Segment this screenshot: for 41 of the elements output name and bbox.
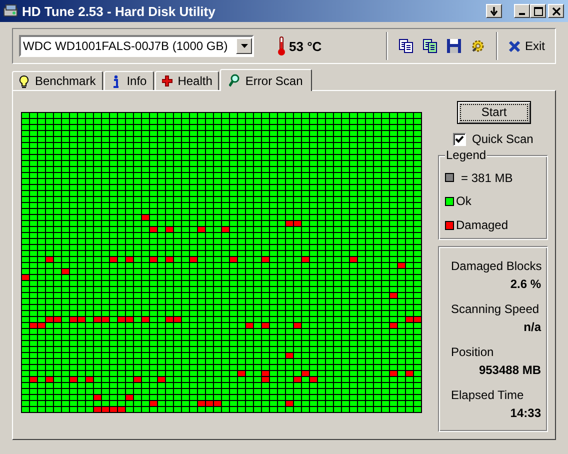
cross-icon	[162, 74, 173, 88]
app-icon	[3, 3, 19, 19]
legend-label: Ok	[456, 194, 472, 208]
legend-title: Legend	[445, 148, 488, 162]
legend-label: = 381 MB	[461, 170, 513, 185]
window-title: HD Tune 2.53 - Hard Disk Utility	[22, 4, 216, 18]
drive-dropdown[interactable]: WDC WD1001FALS-00J7B (1000 GB)	[19, 35, 254, 57]
minimize-icon	[519, 13, 525, 15]
gear-icon	[470, 38, 486, 54]
temperature-reading: 53 °C	[289, 38, 322, 54]
copy-icon	[398, 38, 414, 54]
caret-icon	[236, 38, 252, 54]
close-icon	[552, 6, 560, 16]
search-icon	[229, 74, 240, 87]
stat-label: Elapsed Time	[451, 388, 525, 402]
start-button[interactable]: Start	[457, 101, 531, 124]
arrow-down-button[interactable]	[486, 4, 502, 18]
quick-scan-checkbox[interactable]: Quick Scan	[453, 132, 548, 146]
tab[interactable]: Health	[154, 71, 220, 90]
stat-value: n/a	[522, 320, 541, 334]
stat-label: Damaged Blocks	[451, 259, 541, 273]
check-icon	[455, 134, 464, 144]
tab[interactable]: Error Scan	[220, 69, 312, 91]
exit-button[interactable]: Exit	[506, 37, 547, 55]
bulb-icon	[19, 74, 30, 88]
stat-value: 953488 MB	[478, 363, 541, 377]
documents-icon	[422, 38, 438, 54]
legend-label: Damaged	[456, 218, 508, 232]
stat-value: 2.6 %	[509, 277, 541, 291]
minimize-button[interactable]	[514, 4, 530, 18]
close-button[interactable]	[548, 4, 564, 18]
tab[interactable]: Benchmark	[12, 71, 103, 90]
stat-label: Position	[451, 345, 495, 359]
arrow-down-icon	[490, 6, 498, 16]
maximize-icon	[534, 6, 542, 16]
maximize-button[interactable]	[530, 4, 546, 18]
stat-label: Scanning Speed	[451, 302, 540, 316]
stat-value: 14:33	[509, 406, 541, 420]
close-icon	[508, 40, 521, 52]
thermometer-icon	[277, 36, 286, 56]
tab[interactable]: Info	[104, 71, 154, 90]
